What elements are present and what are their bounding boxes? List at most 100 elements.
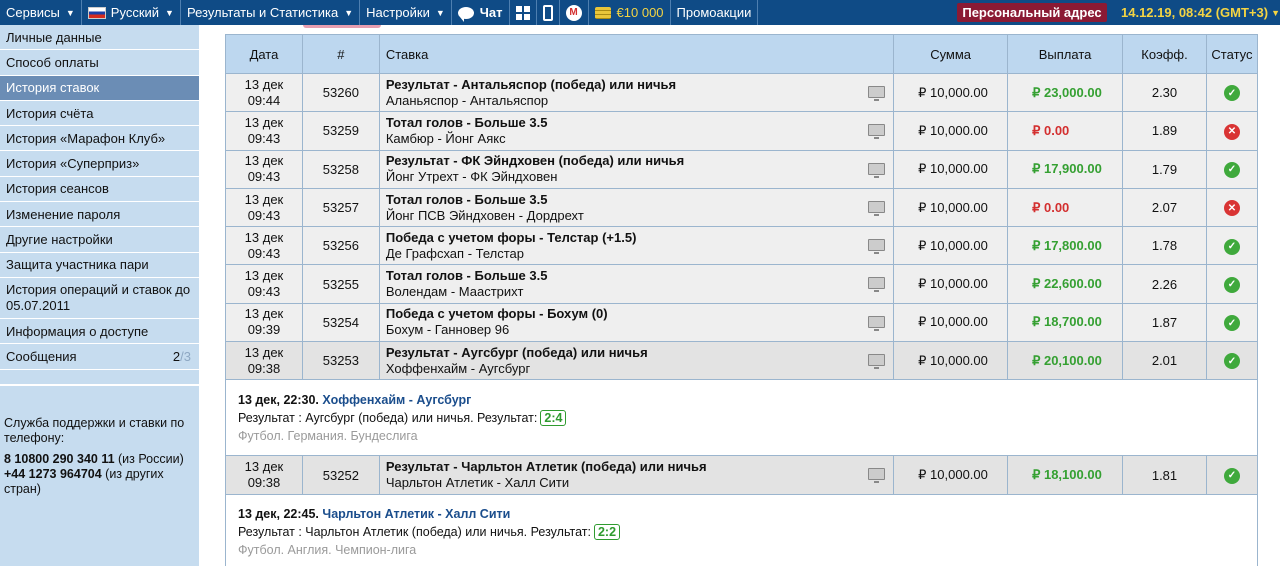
tv-broadcast-icon[interactable] (868, 162, 886, 178)
bet-match: Де Графсхап - Телстар (385, 245, 524, 261)
sidebar-item-superprize-history[interactable]: История «Суперприз» (0, 151, 199, 177)
bet-payout: ₽ 22,600.00 (1007, 264, 1124, 304)
mobile-phone-icon (542, 4, 553, 21)
chat-bubble-icon (457, 6, 474, 22)
bet-time: 09:43 (247, 130, 281, 146)
bet-status: ✓ (1205, 455, 1259, 495)
chat-button[interactable]: Чат (452, 0, 510, 25)
sidebar-item-marathon-club-history[interactable]: История «Марафон Клуб» (0, 126, 199, 152)
column-header-coef: Коэфф. (1122, 34, 1207, 74)
table-row[interactable]: 13 дек 09:43 53255 Тотал голов - Больше 3… (225, 264, 1259, 304)
sidebar-item-payment-method[interactable]: Способ оплаты (0, 50, 199, 76)
bet-sum: ₽ 10,000.00 (893, 341, 1009, 381)
table-row[interactable]: 13 дек 09:44 53260 Результат - Антальяспо… (225, 72, 1259, 113)
tv-broadcast-icon[interactable] (868, 200, 886, 216)
sidebar-item-bettor-protection[interactable]: Защита участника пари (0, 253, 199, 278)
tab-accent (303, 25, 381, 28)
sidebar-item-change-password[interactable]: Изменение пароля (0, 202, 199, 228)
windows-app-button[interactable] (510, 0, 537, 25)
bet-sum: ₽ 10,000.00 (893, 264, 1009, 304)
bet-date: 13 дек 09:39 (225, 302, 303, 343)
bet-payout: ₽ 17,900.00 (1007, 149, 1124, 189)
table-row[interactable]: 13 дек 09:43 53258 Результат - ФК Эйндхов… (225, 149, 1259, 189)
detail-match-link[interactable]: Чарльтон Атлетик - Халл Сити (322, 507, 510, 521)
chevron-down-icon[interactable]: ▼ (1271, 8, 1280, 18)
detail-league: Футбол. Англия. Чемпион-лига (238, 543, 417, 558)
detail-when: 13 дек, 22:45. (238, 507, 319, 522)
bet-coef: 1.78 (1122, 226, 1207, 266)
bet-payout: ₽ 23,000.00 (1007, 72, 1124, 113)
results-label: Результаты и Статистика (186, 5, 339, 20)
bet-title: Результат - Аугсбург (победа) или ничья (385, 344, 648, 360)
lose-cross-icon: ✕ (1223, 200, 1240, 217)
coins-icon (594, 6, 611, 19)
bet-coef: 2.30 (1122, 72, 1207, 113)
table-row[interactable]: 13 дек 09:38 53253 Результат - Аугсбург (… (225, 341, 1259, 381)
support-info: Служба поддержки и ставки по телефону: 8… (0, 386, 199, 497)
support-title: Служба поддержки и ставки по телефону: (4, 415, 185, 445)
bet-status: ✓ (1205, 264, 1259, 304)
sidebar-item-session-history[interactable]: История сеансов (0, 177, 199, 203)
results-menu[interactable]: Результаты и Статистика ▼ (181, 0, 361, 25)
bet-day: 13 дек (244, 153, 284, 169)
support-phone-ru[interactable]: 8 10800 290 340 11 (4, 452, 115, 466)
bet-history-table: Дата # Ставка Сумма Выплата Коэфф. Стату… (225, 34, 1259, 566)
bet-time: 09:43 (247, 169, 281, 185)
bet-title: Результат - Чарльтон Атлетик (победа) ил… (385, 459, 707, 475)
sidebar-item-personal-data[interactable]: Личные данные (0, 25, 199, 51)
bet-id: 53254 (301, 302, 380, 343)
bet-detail: 13 дек, 22:45. Чарльтон Атлетик - Халл С… (225, 493, 1258, 566)
language-menu[interactable]: Русский ▼ (82, 0, 181, 25)
tv-broadcast-icon[interactable] (868, 354, 886, 370)
bet-description: Тотал голов - Больше 3.5 Камбюр - Йонг Ая… (378, 111, 895, 151)
bet-description: Победа с учетом форы - Телстар (+1.5) Де … (378, 226, 895, 266)
table-row[interactable]: 13 дек 09:39 53254 Победа с учетом форы -… (225, 302, 1259, 343)
sidebar-item-access-info[interactable]: Информация о доступе (0, 319, 199, 345)
column-header-bet: Ставка (378, 34, 895, 74)
sidebar-item-other-settings[interactable]: Другие настройки (0, 227, 199, 253)
sidebar-item-account-history[interactable]: История счёта (0, 101, 199, 127)
bet-id: 53257 (301, 187, 380, 228)
bet-day: 13 дек (244, 114, 284, 130)
bet-day: 13 дек (244, 459, 284, 475)
win-check-icon: ✓ (1223, 315, 1240, 332)
bet-match: Аланьяспор - Антальяспор (385, 92, 549, 108)
tv-broadcast-icon[interactable] (868, 315, 886, 331)
tv-broadcast-icon[interactable] (868, 468, 886, 484)
promos-link[interactable]: Промоакции (671, 0, 759, 25)
table-row[interactable]: 13 дек 09:43 53257 Тотал голов - Больше 3… (225, 187, 1259, 228)
support-phone-intl[interactable]: +44 1273 964704 (4, 467, 102, 481)
bet-title: Тотал голов - Больше 3.5 (385, 268, 548, 284)
table-row[interactable]: 13 дек 09:43 53256 Победа с учетом форы -… (225, 226, 1259, 266)
bet-coef: 1.87 (1122, 302, 1207, 343)
account-sidebar: Личные данные Способ оплаты История став… (0, 25, 199, 566)
bonus-button[interactable]: €10 000 (589, 0, 671, 25)
chevron-down-icon: ▼ (344, 7, 354, 18)
detail-when: 13 дек, 22:30. (238, 392, 319, 407)
marathon-app-button[interactable]: M (560, 0, 589, 25)
sidebar-item-legacy-history[interactable]: История операций и ставок до 05.07.2011 (0, 278, 199, 319)
bet-detail-row: 13 дек, 22:30. Хоффенхайм - Аугсбург Рез… (225, 379, 1258, 457)
mobile-app-button[interactable] (537, 0, 560, 25)
bet-title: Тотал голов - Больше 3.5 (385, 114, 548, 130)
bet-status: ✓ (1205, 302, 1259, 343)
top-nav-bar: Сервисы ▼ Русский ▼ Результаты и Статистик… (0, 0, 1280, 25)
services-menu[interactable]: Сервисы ▼ (0, 0, 82, 25)
table-row[interactable]: 13 дек 09:43 53259 Тотал голов - Больше 3… (225, 111, 1259, 151)
score-badge: 2:4 (540, 409, 567, 426)
tv-broadcast-icon[interactable] (868, 277, 886, 293)
settings-menu[interactable]: Настройки ▼ (360, 0, 452, 25)
table-row[interactable]: 13 дек 09:38 53252 Результат - Чарльтон А… (225, 455, 1259, 495)
sidebar-item-messages[interactable]: Сообщения 2/3 (0, 344, 199, 370)
chevron-down-icon: ▼ (435, 7, 445, 18)
tv-broadcast-icon[interactable] (868, 86, 886, 101)
personal-address-button[interactable]: Персональный адрес (957, 3, 1107, 22)
detail-match-link[interactable]: Хоффенхайм - Аугсбург (322, 393, 471, 407)
sidebar-item-bet-history[interactable]: История ставок (0, 75, 199, 101)
bet-id: 53256 (301, 226, 380, 266)
bet-payout: ₽ 20,100.00 (1007, 341, 1124, 381)
support-phone-intl-line: +44 1273 964704 (из других стран) (4, 467, 193, 497)
detail-result-text: Результат : Аугсбург (победа) или ничья.… (238, 410, 538, 425)
tv-broadcast-icon[interactable] (868, 239, 886, 255)
tv-broadcast-icon[interactable] (868, 124, 886, 140)
